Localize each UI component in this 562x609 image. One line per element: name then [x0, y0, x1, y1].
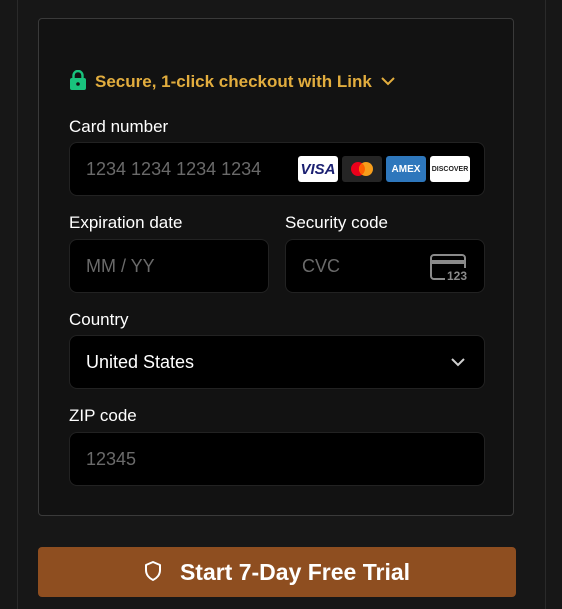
zip-code-field[interactable]	[69, 432, 485, 486]
card-number-field[interactable]: VISA AMEX DISCOVER	[69, 142, 485, 196]
country-select[interactable]: United States	[69, 335, 485, 389]
lock-icon	[69, 69, 87, 95]
mastercard-logo	[342, 156, 382, 182]
start-free-trial-button[interactable]: Start 7-Day Free Trial	[38, 547, 516, 597]
visa-logo: VISA	[298, 156, 338, 182]
zip-code-label: ZIP code	[69, 406, 137, 425]
chevron-down-icon	[450, 354, 466, 372]
link-checkout-label: Secure, 1-click checkout with Link	[95, 72, 372, 91]
card-number-label: Card number	[69, 117, 169, 136]
country-label: Country	[69, 310, 129, 329]
security-code-input[interactable]	[302, 255, 422, 277]
container-left-edge	[17, 0, 18, 609]
start-free-trial-label: Start 7-Day Free Trial	[179, 558, 411, 585]
expiration-date-input[interactable]	[86, 255, 256, 277]
card-number-input[interactable]	[86, 158, 286, 180]
cvc-icon-digits: 123	[446, 269, 467, 283]
shield-icon	[144, 560, 162, 585]
container-right-edge	[545, 0, 546, 609]
amex-logo: AMEX	[386, 156, 426, 182]
link-checkout-toggle[interactable]: Secure, 1-click checkout with Link	[69, 69, 396, 95]
zip-code-input[interactable]	[86, 448, 286, 470]
country-select-value: United States	[86, 351, 195, 372]
security-code-field[interactable]: 123	[285, 239, 485, 293]
security-code-label: Security code	[285, 213, 388, 232]
expiration-date-label: Expiration date	[69, 213, 183, 232]
card-brand-logos: VISA AMEX DISCOVER	[298, 156, 470, 182]
discover-logo: DISCOVER	[430, 156, 470, 182]
chevron-down-icon	[380, 73, 396, 91]
expiration-date-field[interactable]	[69, 239, 269, 293]
